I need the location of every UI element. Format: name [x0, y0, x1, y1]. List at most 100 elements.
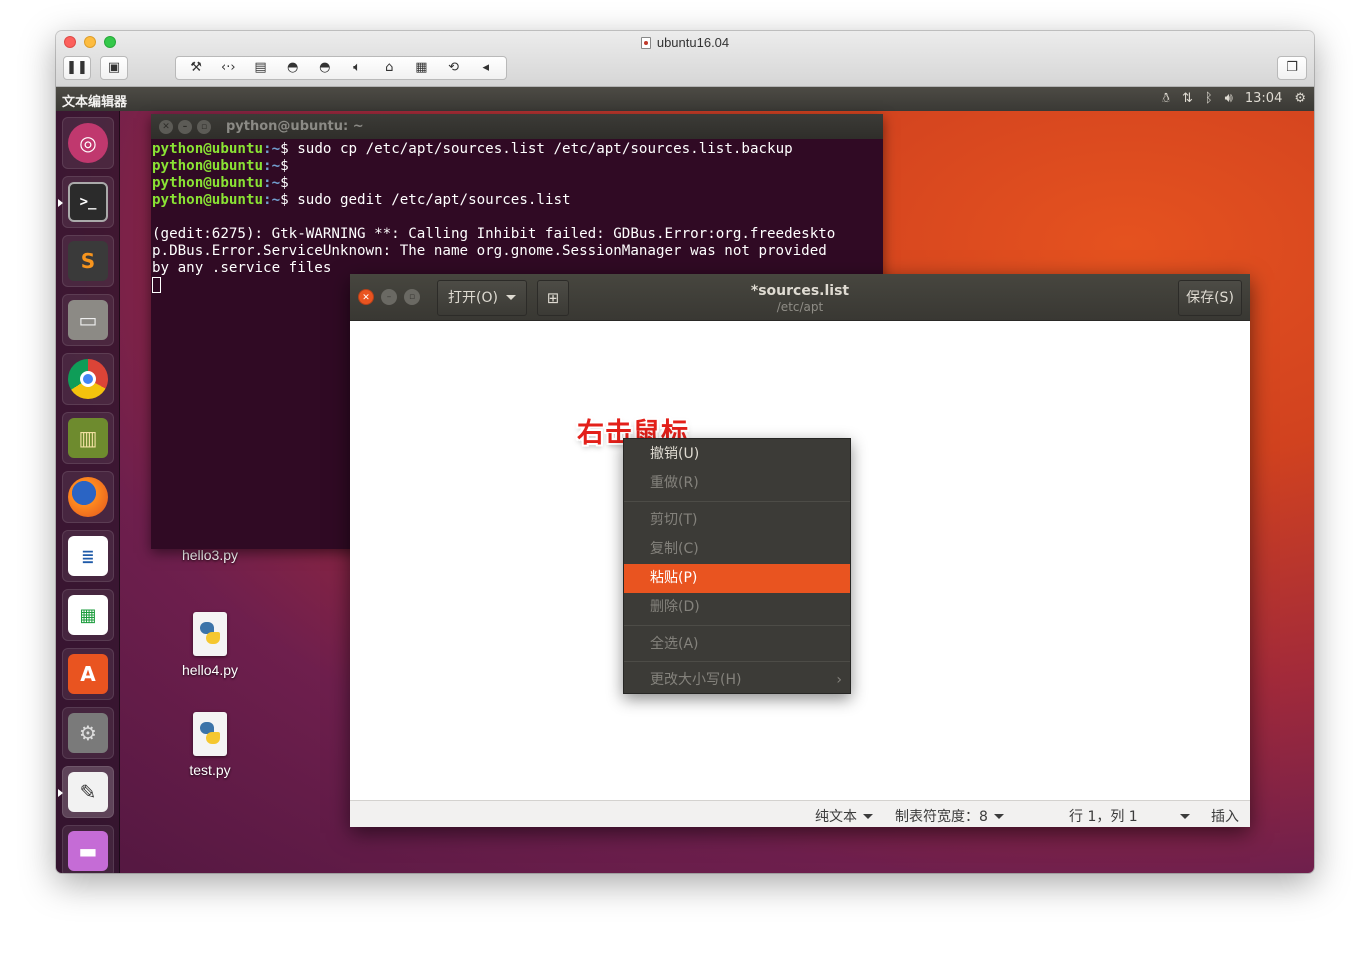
terminal-titlebar: ✕ – ▫ python@ubuntu: ~ — [151, 114, 883, 139]
menu-item-select-all[interactable]: 全选(A) — [624, 630, 850, 659]
launcher-writer[interactable]: ≣ — [62, 530, 114, 582]
top-panel: 文本编辑器 🐧︎ ⇅ ᛒ 🔊︎ 13:04 ⚙ — [56, 87, 1314, 111]
code-arrows-icon[interactable]: ‹·› — [215, 57, 241, 79]
terminal-line: python@ubuntu:~$ sudo gedit /etc/apt/sou… — [152, 192, 571, 208]
wrench-icon[interactable]: ⚒ — [183, 57, 209, 79]
vm-toolbar-group: ⚒ ‹·› ▤ ◓ ◓ 🔈︎ ⌂ ▦ ⟲ ◂ — [175, 56, 507, 80]
terminal-output-line: (gedit:6275): Gtk-WARNING **: Calling In… — [152, 226, 836, 242]
chevron-down-icon — [1179, 814, 1190, 819]
chevron-down-icon — [993, 814, 1004, 819]
language-selector[interactable]: 纯文本 — [815, 806, 873, 826]
file-cabinet-icon: ▭ — [68, 300, 108, 340]
desktop-file-hello4[interactable]: hello4.py — [170, 612, 250, 678]
menu-separator — [624, 501, 850, 502]
restore-window-icon: ❐ — [1286, 60, 1298, 75]
volume-icon[interactable]: 🔊︎ — [1225, 89, 1233, 109]
menu-separator — [624, 661, 850, 662]
terminal-cursor — [152, 277, 161, 293]
gedit-statusbar: 纯文本 制表符宽度：8 行 1，列 1 插入 — [350, 800, 1250, 827]
ubuntu-desktop: 文本编辑器 🐧︎ ⇅ ᛒ 🔊︎ 13:04 ⚙ ◎ >_ S ▭ ▥ ≣ ▦ A… — [56, 87, 1314, 873]
vm-window-title: ubuntu16.04 — [56, 35, 1314, 50]
writer-document-icon: ≣ — [68, 536, 108, 576]
launcher-chrome[interactable] — [62, 353, 114, 405]
cd-icon[interactable]: ◓ — [312, 57, 338, 79]
text-editor-icon: ✎ — [68, 772, 108, 812]
chevron-right-icon: › — [836, 672, 842, 688]
clock[interactable]: 13:04 — [1245, 89, 1282, 109]
terminal-icon: >_ — [68, 182, 108, 222]
snapshot-icon: ▣ — [107, 60, 121, 75]
indicator-area: 🐧︎ ⇅ ᛒ 🔊︎ 13:04 ⚙ — [1162, 89, 1306, 109]
python-file-icon — [193, 712, 227, 756]
tab-width-selector[interactable]: 制表符宽度：8 — [895, 806, 1004, 826]
document-path: /etc/apt — [776, 300, 824, 314]
left-arrow-icon[interactable]: ◂ — [473, 57, 499, 79]
menu-item-undo[interactable]: 撤销(U) — [624, 440, 850, 469]
menu-item-change-case[interactable]: 更改大小写(H) › — [624, 666, 850, 695]
chevron-down-icon — [863, 814, 873, 819]
desktop-file-test[interactable]: test.py — [170, 712, 250, 778]
terminal-line: python@ubuntu:~$ sudo cp /etc/apt/source… — [152, 141, 793, 157]
menu-item-redo[interactable]: 重做(R) — [624, 469, 850, 498]
terminal-output-line: p.DBus.Error.ServiceUnknown: The name or… — [152, 243, 827, 259]
save-button[interactable]: 保存(S) — [1178, 280, 1242, 316]
minimize-icon[interactable]: – — [178, 119, 192, 134]
python-file-icon — [193, 612, 227, 656]
firefox-icon — [68, 477, 108, 517]
menu-separator — [624, 625, 850, 626]
usb-icon[interactable]: ⌂ — [376, 57, 402, 79]
input-method-icon[interactable]: 🐧︎ — [1162, 89, 1170, 109]
pause-button[interactable]: ❚❚ — [63, 56, 91, 80]
launcher-sublime-text[interactable]: S — [62, 235, 114, 287]
restore-button[interactable]: ❐ — [1277, 56, 1307, 80]
vm-titlebar: ubuntu16.04 ❚❚ ▣ ⚒ ‹·› ▤ ◓ ◓ 🔈︎ ⌂ ▦ ⟲ ◂ … — [56, 31, 1314, 87]
desktop-file-label: hello4.py — [181, 662, 239, 678]
books-icon: ▥ — [68, 418, 108, 458]
launcher-text-editor[interactable]: ✎ — [58, 766, 114, 818]
launcher-ubuntu-dash[interactable]: ◎ — [62, 117, 114, 169]
bluetooth-icon[interactable]: ᛒ — [1205, 89, 1213, 109]
maximize-icon[interactable]: ▫ — [197, 119, 211, 134]
running-indicator — [58, 199, 63, 207]
terminal-line: python@ubuntu:~$ — [152, 175, 289, 191]
menu-item-change-case-label: 更改大小写(H) — [650, 672, 742, 688]
context-menu: 撤销(U) 重做(R) 剪切(T) 复制(C) 粘贴(P) 删除(D) 全选(A… — [623, 438, 851, 694]
launcher-calc[interactable]: ▦ — [62, 589, 114, 641]
insert-mode-indicator: 插入 — [1211, 809, 1239, 825]
software-bag-icon: A — [68, 654, 108, 694]
floppy-icon[interactable]: ▦ — [408, 57, 434, 79]
launcher-system-settings[interactable]: ⚙ — [62, 707, 114, 759]
launcher-software-center[interactable]: A — [62, 648, 114, 700]
menu-item-paste[interactable]: 粘贴(P) — [624, 564, 850, 593]
terminal-output[interactable]: python@ubuntu:~$ sudo cp /etc/apt/source… — [151, 139, 883, 295]
active-app-title: 文本编辑器 — [62, 95, 128, 110]
cursor-position[interactable]: 行 1，列 1 — [1069, 806, 1190, 826]
refresh-icon[interactable]: ⟲ — [441, 57, 467, 79]
launcher-terminal[interactable]: >_ — [58, 176, 114, 228]
desktop-file-label: hello3.py — [181, 547, 239, 563]
pause-icon: ❚❚ — [66, 60, 88, 75]
speaker-icon[interactable]: 🔈︎ — [344, 57, 370, 79]
launcher-file-manager[interactable]: ▭ — [62, 294, 114, 346]
desktop-file-label: test.py — [189, 762, 231, 778]
close-icon[interactable]: ✕ — [159, 119, 173, 134]
snapshot-button[interactable]: ▣ — [100, 56, 128, 80]
language-label: 纯文本 — [815, 809, 857, 825]
launcher-firefox[interactable] — [62, 471, 114, 523]
launcher-trash[interactable]: ▬ — [62, 825, 114, 873]
launcher: ◎ >_ S ▭ ▥ ≣ ▦ A ⚙ ✎ ▬ — [56, 111, 120, 873]
hard-disk-icon[interactable]: ▤ — [247, 57, 273, 79]
tab-width-label: 制表符宽度：8 — [895, 809, 988, 825]
vm-title-text: ubuntu16.04 — [656, 35, 730, 50]
desktop-file-hello3[interactable]: hello3.py — [170, 547, 250, 563]
network-icon[interactable]: ⇅ — [1182, 89, 1193, 109]
settings-gear-icon[interactable]: ⚙ — [1294, 89, 1306, 109]
menu-item-delete[interactable]: 删除(D) — [624, 593, 850, 622]
sublime-icon: S — [68, 241, 108, 281]
launcher-reader[interactable]: ▥ — [62, 412, 114, 464]
menu-item-cut[interactable]: 剪切(T) — [624, 506, 850, 535]
cd-icon[interactable]: ◓ — [280, 57, 306, 79]
menu-item-copy[interactable]: 复制(C) — [624, 535, 850, 564]
running-indicator — [58, 789, 63, 797]
